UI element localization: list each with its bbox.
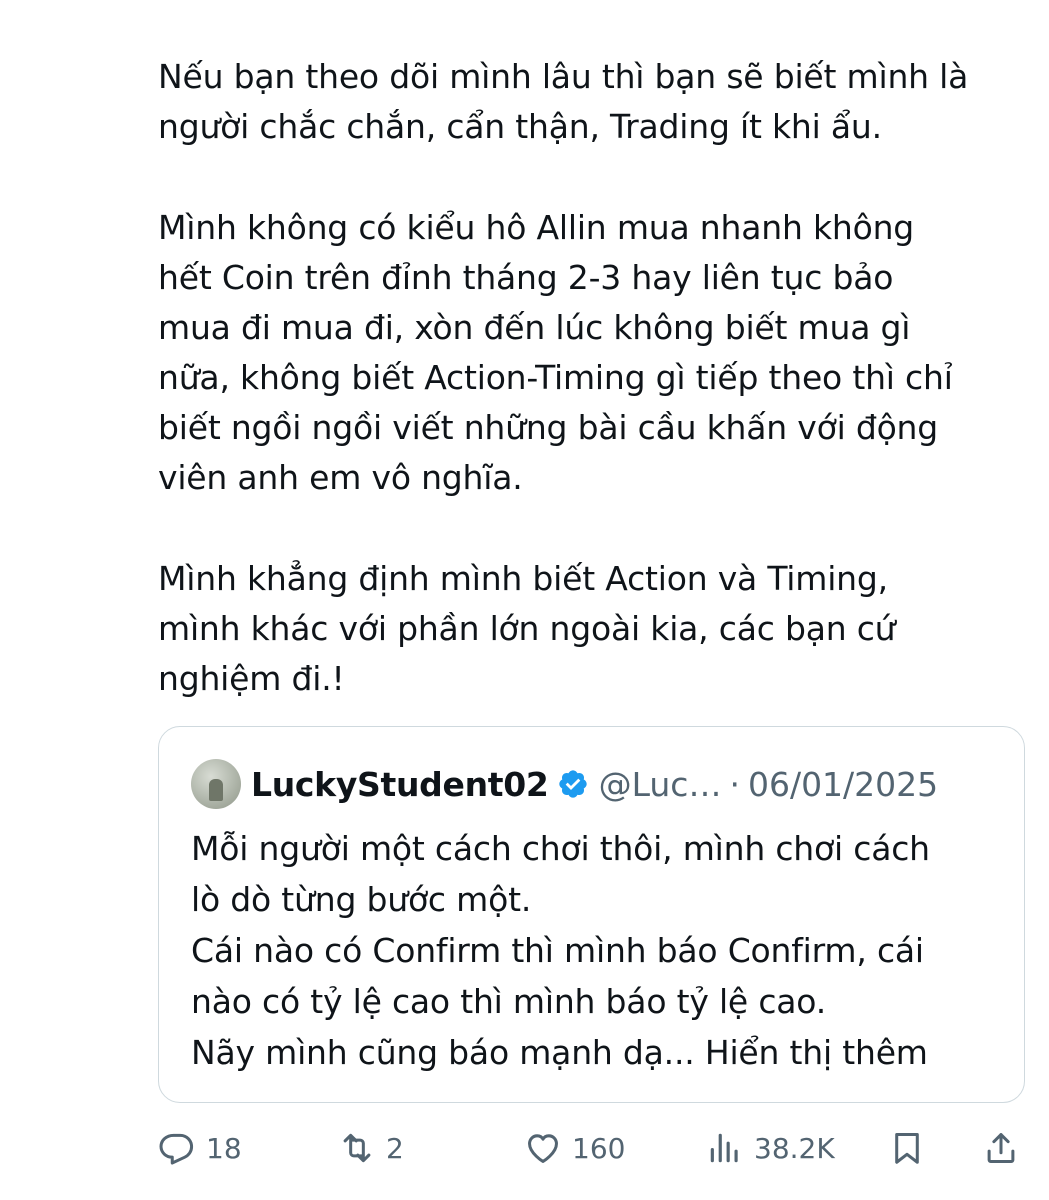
bookmark-icon — [895, 1133, 919, 1164]
quoted-tweet-date[interactable]: 06/01/2025 — [748, 765, 938, 804]
quoted-tweet-header: LuckyStudent02 @Luc… · 06/01/2025 — [191, 759, 938, 809]
separator-dot: · — [729, 764, 740, 804]
repost-count: 2 — [386, 1131, 404, 1165]
reply-button[interactable]: 18 — [158, 1120, 242, 1176]
reply-count: 18 — [206, 1131, 242, 1165]
tweet-paragraph: Mình khẳng định mình biết Action và Timi… — [158, 559, 896, 698]
show-more-link[interactable]: Hiển thị thêm — [705, 1033, 928, 1072]
tweet-paragraph: Mình không có kiểu hô Allin mua nhanh kh… — [158, 208, 953, 497]
share-icon — [987, 1133, 1015, 1163]
verified-badge-icon — [558, 770, 587, 798]
view-count: 38.2K — [754, 1131, 835, 1165]
repost-icon — [343, 1133, 371, 1163]
quoted-author-handle[interactable]: @Luc… — [599, 765, 722, 804]
tweet-action-bar: 18 2 160 38.2K — [158, 1120, 1028, 1176]
quoted-tweet-card[interactable]: LuckyStudent02 @Luc… · 06/01/2025 Mỗi ng… — [158, 726, 1025, 1103]
reply-icon — [159, 1133, 194, 1165]
avatar[interactable] — [191, 759, 241, 809]
like-button[interactable]: 160 — [524, 1120, 625, 1176]
quoted-author-name[interactable]: LuckyStudent02 — [251, 765, 549, 804]
repost-button[interactable]: 2 — [338, 1120, 404, 1176]
views-button[interactable]: 38.2K — [706, 1120, 835, 1176]
tweet-body: Nếu bạn theo dõi mình lâu thì bạn sẽ biế… — [158, 52, 1038, 704]
like-count: 160 — [572, 1131, 626, 1165]
bookmark-button[interactable] — [888, 1120, 926, 1176]
share-button[interactable] — [982, 1120, 1020, 1176]
views-icon — [710, 1133, 738, 1163]
quoted-tweet-text: Mỗi người một cách chơi thôi, mình chơi … — [191, 823, 1011, 1078]
tweet-paragraph: Nếu bạn theo dõi mình lâu thì bạn sẽ biế… — [158, 57, 969, 146]
like-icon — [528, 1134, 558, 1163]
